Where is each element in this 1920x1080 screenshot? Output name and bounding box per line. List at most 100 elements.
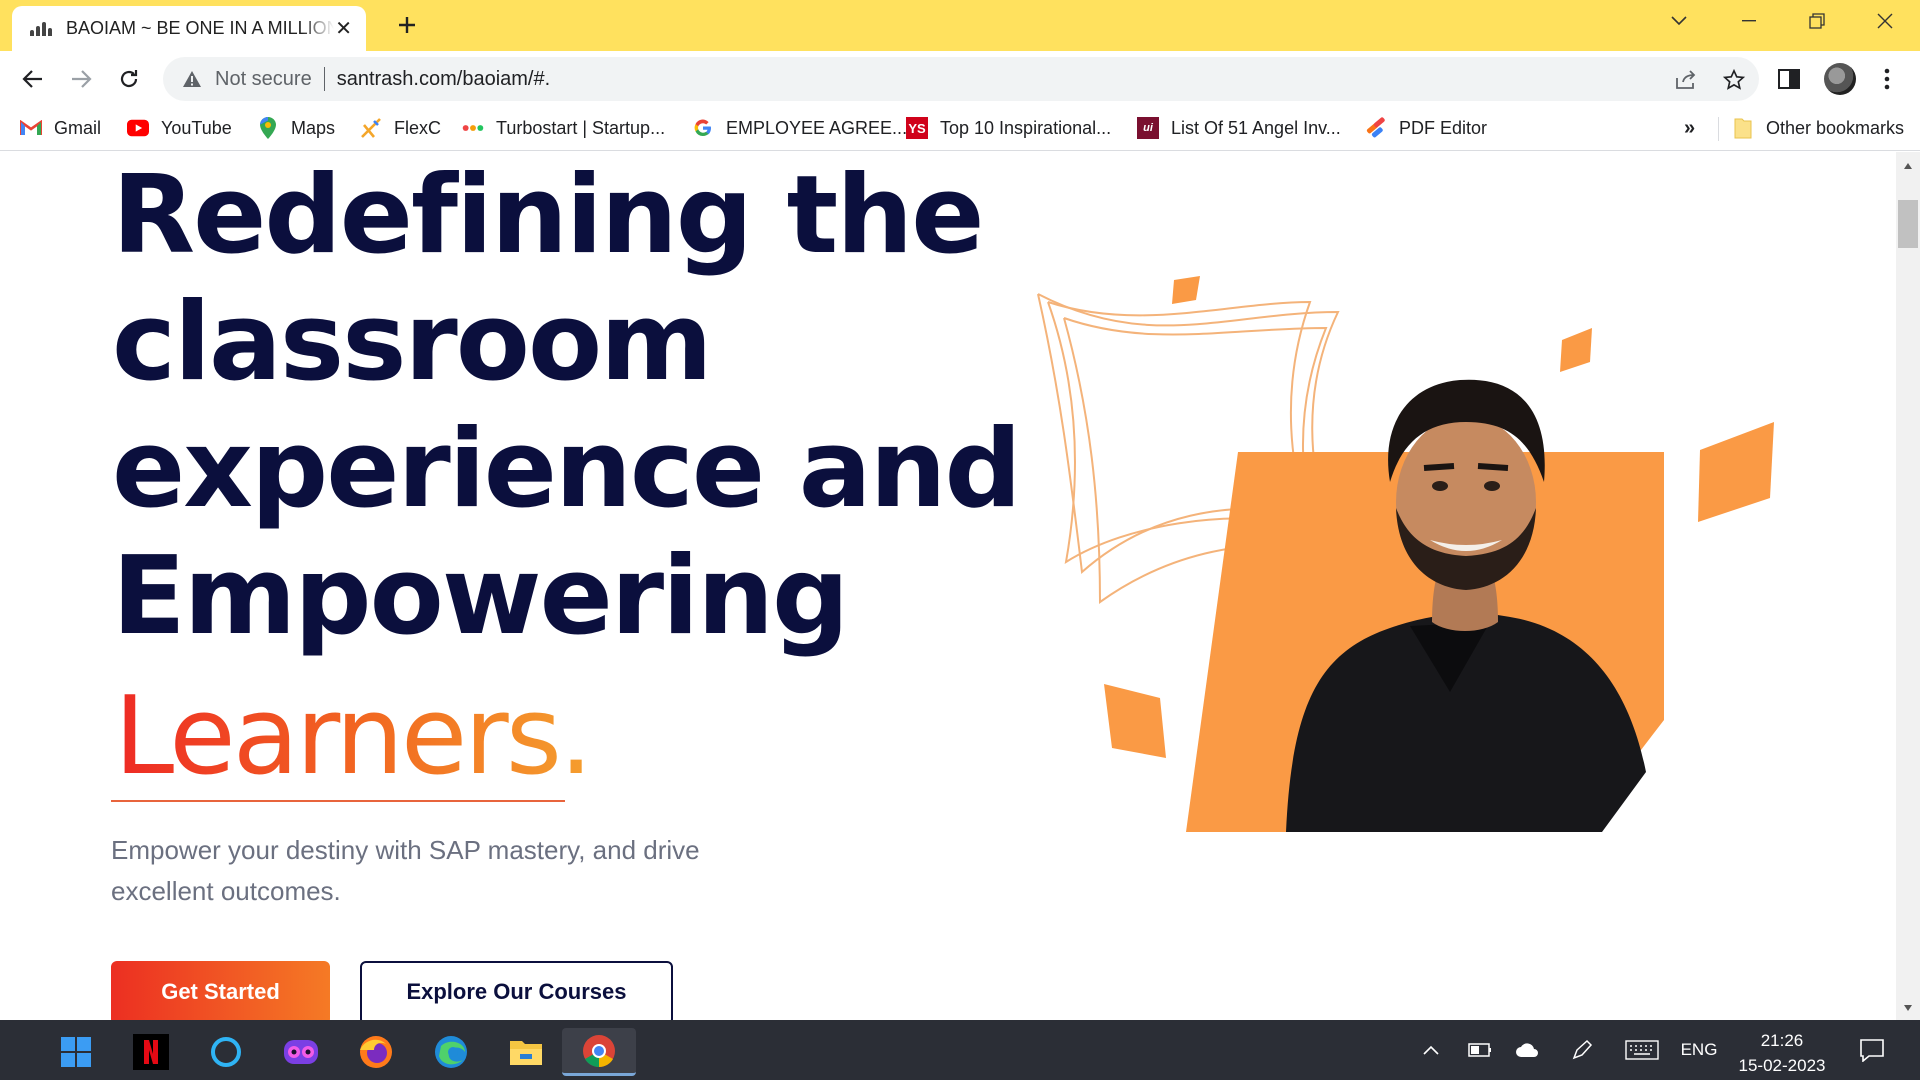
explore-courses-button[interactable]: Explore Our Courses [360,961,673,1020]
bookmark-angel-investors[interactable]: ui List Of 51 Angel Inv... [1137,105,1341,151]
windows-start-icon[interactable] [48,1028,104,1076]
cortana-icon[interactable] [198,1028,254,1076]
hero-headline: Redefining the classroom experience and … [112,152,1022,660]
bookmark-top-10-inspirational[interactable]: YS Top 10 Inspirational... [906,105,1111,151]
system-clock[interactable]: 21:26 15-02-2023 [1730,1028,1834,1078]
language-indicator[interactable]: ENG [1676,1020,1722,1080]
get-started-button[interactable]: Get Started [111,961,330,1020]
edge-icon[interactable] [423,1028,479,1076]
onedrive-icon[interactable] [1510,1020,1546,1080]
forward-arrow-icon [72,70,92,88]
forward-button[interactable] [66,64,96,94]
netflix-icon[interactable] [123,1028,179,1076]
orange-shard-shape [1172,276,1200,304]
headline-line: experience and [112,407,1022,532]
maps-icon [257,117,279,139]
page-scrollbar[interactable] [1896,152,1920,1020]
security-status[interactable]: Not secure [215,68,312,91]
bookmark-label: List Of 51 Angel Inv... [1171,117,1341,138]
bookmark-employee-agreement[interactable]: EMPLOYEE AGREE... [692,105,907,151]
bookmarks-overflow-button[interactable]: » [1684,105,1695,151]
orange-shard-shape [1698,422,1774,522]
reload-icon [120,70,138,88]
back-button[interactable] [18,64,48,94]
headline-highlight: Learners. [114,672,593,802]
more-vertical-icon [1884,68,1890,90]
tab-close-icon[interactable]: ✕ [335,19,352,39]
orange-shard-shape [1560,328,1592,372]
chrome-icon[interactable] [562,1028,636,1076]
chrome-menu-button[interactable] [1872,64,1902,94]
side-panel-button[interactable] [1774,64,1804,94]
scroll-down-arrow-icon[interactable] [1900,1000,1916,1016]
clock-date: 15-02-2023 [1738,1056,1826,1075]
bookmark-label: Other bookmarks [1766,117,1905,138]
firefox-icon[interactable] [348,1028,404,1076]
bookmarks-divider [1718,117,1719,141]
bookmark-youtube[interactable]: YouTube [127,105,232,151]
file-explorer-icon[interactable] [498,1028,554,1076]
minimize-button[interactable] [1714,0,1784,42]
scrollbar-thumb[interactable] [1898,200,1918,248]
bookmark-label: Maps [291,117,336,138]
omnibox-divider [323,67,325,91]
headline-line: Redefining the [112,153,984,278]
notification-center-icon[interactable] [1852,1020,1892,1080]
touch-keyboard-icon[interactable] [1622,1020,1662,1080]
share-icon[interactable] [1673,67,1699,93]
bookmark-label: Turbostart | Startup... [496,117,666,138]
gmail-icon [20,117,42,139]
tab-strip: BAOIAM ~ BE ONE IN A MILLION ✕ [0,0,1920,51]
flexc-icon [360,117,382,139]
hero-subtitle: Empower your destiny with SAP mastery, a… [111,835,700,906]
other-bookmarks-folder[interactable]: Other bookmarks [1732,105,1904,151]
bookmark-label: PDF Editor [1399,117,1488,138]
mask-app-icon[interactable] [273,1028,329,1076]
bookmark-turbostart[interactable]: Turbostart | Startup... [462,105,665,151]
new-tab-button[interactable] [392,10,422,40]
battery-icon[interactable] [1462,1020,1498,1080]
bookmarks-bar: Gmail YouTube Maps FlexC Turbostart | St… [0,105,1920,151]
site-favicon-icon [30,21,52,36]
youtube-icon [127,117,149,139]
back-arrow-icon [22,70,42,88]
reload-button[interactable] [114,64,144,94]
clock-time: 21:26 [1760,1031,1804,1050]
bookmark-star-icon[interactable] [1721,67,1747,93]
pdf-editor-icon [1365,117,1387,139]
tab-search-button[interactable] [1644,0,1714,42]
profile-avatar[interactable] [1824,63,1856,95]
window-close-button[interactable] [1850,0,1920,42]
angel-icon: ui [1137,117,1159,139]
headline-line: Empowering [112,534,849,659]
ys-icon: YS [906,117,928,139]
google-icon [692,117,714,139]
restore-button[interactable] [1782,0,1852,42]
pen-icon[interactable] [1564,1020,1600,1080]
headline-underline [111,800,565,802]
bookmark-label: Top 10 Inspirational... [940,117,1112,138]
scroll-up-arrow-icon[interactable] [1900,158,1916,174]
page-viewport: Redefining the classroom experience and … [0,152,1896,1020]
show-hidden-icons-icon[interactable] [1414,1020,1448,1080]
bookmark-label: EMPLOYEE AGREE... [726,117,908,138]
address-bar[interactable]: Not secure santrash.com/baoiam/#. [163,57,1759,101]
browser-toolbar: Not secure santrash.com/baoiam/#. [0,51,1920,105]
tab-title: BAOIAM ~ BE ONE IN A MILLION [66,18,334,38]
url-text[interactable]: santrash.com/baoiam/#. [337,68,550,91]
bookmark-flexc[interactable]: FlexC [360,105,441,151]
turbostart-icon [462,117,484,139]
folder-icon [1732,117,1754,139]
bookmark-maps[interactable]: Maps [257,105,335,151]
hero-illustration [1037,276,1774,832]
bookmark-label: Gmail [54,117,102,138]
windows-taskbar: ENG 21:26 15-02-2023 [0,1020,1920,1080]
bookmark-label: FlexC [394,117,442,138]
headline-line: classroom [112,280,713,405]
bookmark-gmail[interactable]: Gmail [20,105,101,151]
warning-icon[interactable] [181,68,203,90]
browser-tab[interactable]: BAOIAM ~ BE ONE IN A MILLION ✕ [12,6,366,51]
side-panel-icon [1778,69,1800,89]
bookmark-pdf-editor[interactable]: PDF Editor [1365,105,1487,151]
bookmark-label: YouTube [161,117,232,138]
